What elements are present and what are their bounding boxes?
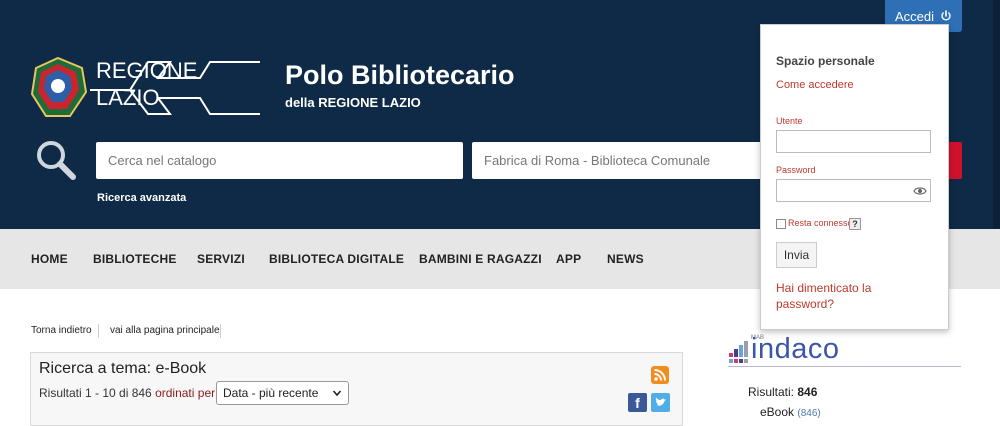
results-range: 1 - 10: [85, 386, 116, 400]
results-title: Ricerca a tema: e-Book: [39, 360, 207, 377]
login-panel-title: Spazio personale: [776, 54, 875, 68]
results-of: di 846: [115, 386, 156, 400]
home-link[interactable]: vai alla pagina principale: [110, 325, 220, 336]
catalog-search-placeholder: Cerca nel catalogo: [108, 153, 217, 168]
nav-item-app[interactable]: APP: [556, 229, 581, 289]
results-prefix: Risultati: [39, 386, 86, 400]
library-select-value: Fabrica di Roma - Biblioteca Comunale: [484, 153, 711, 168]
breadcrumb-divider: [98, 324, 99, 338]
sort-select-value: Data - più recente: [223, 386, 319, 400]
eye-icon[interactable]: [913, 185, 927, 197]
password-field[interactable]: [776, 179, 931, 202]
breadcrumb-divider: [220, 324, 221, 338]
sidebar-divider: [728, 366, 961, 367]
search-icon[interactable]: [34, 138, 78, 182]
login-toggle-label: Accedi: [894, 8, 935, 24]
site-subtitle: della REGIONE LAZIO: [285, 95, 421, 110]
logo-text-regione: REGIONE: [96, 58, 198, 83]
username-label: Utente: [776, 116, 803, 126]
header-edge: [993, 0, 1000, 229]
sidebar-results-label: Risultati:: [748, 385, 795, 399]
facebook-icon[interactable]: f: [628, 393, 647, 412]
back-link[interactable]: Torna indietro: [31, 325, 92, 336]
search-submit-button[interactable]: [948, 142, 962, 179]
results-summary: Risultati 1 - 10 di 846 ordinati per: [39, 386, 215, 400]
login-submit-label: Invia: [783, 248, 810, 262]
chevron-down-icon: [332, 390, 342, 397]
facet-ebook-label: eBook: [760, 405, 795, 419]
rss-icon[interactable]: [651, 366, 669, 384]
username-field[interactable]: [776, 130, 931, 153]
sidebar-facet-ebook[interactable]: eBook (846): [760, 405, 821, 419]
results-order-label: ordinati per: [155, 386, 216, 400]
how-to-login-link[interactable]: Come accedere: [776, 79, 854, 91]
nav-item-biblioteca-digitale[interactable]: BIBLIOTECA DIGITALE: [269, 229, 404, 289]
remember-me-label[interactable]: Resta connesso: [788, 218, 853, 228]
login-submit-button[interactable]: Invia: [776, 242, 817, 268]
nav-item-servizi[interactable]: SERVIZI: [197, 229, 245, 289]
nav-item-biblioteche[interactable]: BIBLIOTECHE: [93, 229, 177, 289]
library-select[interactable]: Fabrica di Roma - Biblioteca Comunale: [472, 142, 762, 179]
help-icon[interactable]: ?: [849, 218, 861, 230]
advanced-search-link[interactable]: Ricerca avanzata: [97, 192, 186, 204]
sort-select[interactable]: Data - più recente: [216, 381, 349, 405]
sidebar-results: Risultati: 846: [748, 385, 817, 399]
indaco-logo[interactable]: MAB indaco: [729, 333, 961, 367]
regione-lazio-logo[interactable]: REGIONE LAZIO: [30, 56, 262, 120]
power-icon: [941, 10, 951, 21]
nav-item-news[interactable]: NEWS: [607, 229, 644, 289]
facet-ebook-count: (846): [797, 408, 821, 419]
nav-item-home[interactable]: HOME: [31, 229, 68, 289]
password-label: Password: [776, 165, 816, 175]
site-title[interactable]: Polo Bibliotecario: [285, 60, 515, 91]
indaco-text: indaco: [751, 333, 840, 365]
nav-item-bambini-e-ragazzi[interactable]: BAMBINI E RAGAZZI: [419, 229, 542, 289]
results-panel: Ricerca a tema: e-Book Risultati 1 - 10 …: [30, 352, 683, 426]
logo-text-lazio: LAZIO: [96, 85, 160, 110]
sidebar-results-count: 846: [797, 385, 818, 399]
twitter-icon[interactable]: [651, 393, 670, 412]
login-panel: Spazio personale Come accedere Utente Pa…: [760, 24, 949, 330]
remember-me-checkbox[interactable]: [776, 219, 786, 229]
catalog-search-input[interactable]: Cerca nel catalogo: [96, 142, 463, 179]
forgot-password-link[interactable]: Hai dimenticato la password?: [776, 280, 926, 312]
